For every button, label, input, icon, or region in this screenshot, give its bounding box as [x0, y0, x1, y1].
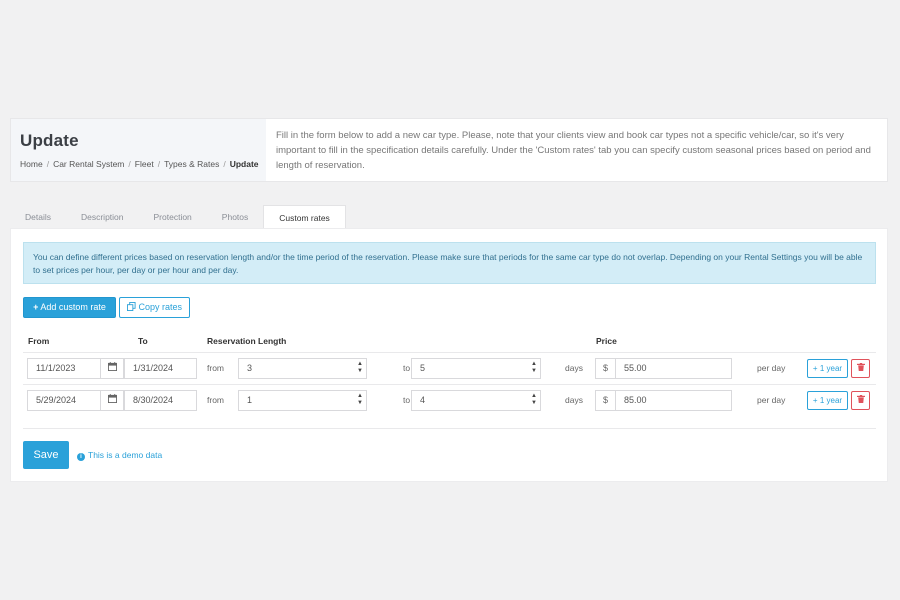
breadcrumb-separator: / [157, 159, 161, 169]
delete-rate-button[interactable] [851, 359, 870, 378]
copy-rates-label: Copy rates [138, 302, 183, 312]
length-to-input[interactable]: 4 ▲ ▼ [411, 390, 541, 411]
breadcrumb-types-rates[interactable]: Types & Rates [164, 159, 219, 169]
per-day-label: per day [757, 363, 786, 373]
header-title-block: Update Home / Car Rental System / Fleet / Type… [11, 119, 266, 181]
page-header: Update Home / Car Rental System / Fleet / Type… [10, 118, 888, 182]
tab-details[interactable]: Details [10, 205, 66, 229]
chevron-down-icon[interactable]: ▼ [357, 400, 363, 407]
add-custom-rate-button[interactable]: + Add custom rate [23, 297, 116, 318]
length-from-input[interactable]: 3 ▲ ▼ [238, 358, 367, 379]
price-input[interactable]: 85.00 [615, 390, 732, 411]
date-from-input[interactable]: 5/29/2024 [27, 390, 101, 411]
trash-icon [856, 363, 865, 371]
length-to-input[interactable]: 5 ▲ ▼ [411, 358, 541, 379]
chevron-down-icon[interactable]: ▼ [531, 400, 537, 407]
custom-rates-panel: You can define different prices based on… [10, 228, 888, 482]
calendar-icon[interactable] [100, 390, 124, 411]
date-to-input[interactable]: 1/31/2024 [124, 358, 197, 379]
column-header-from: From [28, 336, 50, 346]
demo-note-text: This is a demo data [88, 450, 163, 460]
stepper[interactable]: ▲ ▼ [531, 361, 537, 376]
stepper[interactable]: ▲ ▼ [357, 393, 363, 408]
breadcrumb-separator: / [46, 159, 50, 169]
stepper[interactable]: ▲ ▼ [531, 393, 537, 408]
divider [23, 428, 876, 429]
chevron-up-icon[interactable]: ▲ [357, 361, 363, 368]
breadcrumb-car-rental-system[interactable]: Car Rental System [53, 159, 124, 169]
demo-note: i This is a demo data [77, 450, 162, 461]
from-label: from [207, 395, 224, 405]
chevron-up-icon[interactable]: ▲ [531, 361, 537, 368]
per-day-label: per day [757, 395, 786, 405]
breadcrumb-current: Update [229, 159, 259, 169]
length-to-value: 5 [420, 363, 426, 373]
rate-row: 5/29/2024 8/30/2024 from 1 ▲ ▼ to 4 ▲ ▼ da… [23, 384, 876, 416]
days-label: days [565, 395, 583, 405]
add-year-button[interactable]: + 1 year [807, 359, 848, 378]
column-header-reservation-length: Reservation Length [207, 336, 287, 346]
breadcrumb-separator: / [223, 159, 226, 169]
breadcrumb: Home / Car Rental System / Fleet / Types & Rat… [20, 159, 259, 169]
breadcrumb-separator: / [128, 159, 131, 169]
delete-rate-button[interactable] [851, 391, 870, 410]
chevron-down-icon[interactable]: ▼ [531, 368, 537, 375]
stepper[interactable]: ▲ ▼ [357, 361, 363, 376]
length-from-input[interactable]: 1 ▲ ▼ [238, 390, 367, 411]
days-label: days [565, 363, 583, 373]
column-header-price: Price [596, 336, 617, 346]
to-label: to [403, 395, 411, 405]
copy-icon [126, 302, 136, 311]
tab-custom-rates[interactable]: Custom rates [263, 205, 346, 229]
page-description: Fill in the form below to add a new car … [276, 130, 871, 171]
tab-bar: Details Description Protection Photos Cu… [10, 205, 346, 229]
length-to-value: 4 [420, 395, 426, 405]
tab-protection[interactable]: Protection [139, 205, 207, 229]
copy-rates-button[interactable]: Copy rates [119, 297, 190, 318]
from-label: from [207, 363, 224, 373]
date-to-input[interactable]: 8/30/2024 [124, 390, 197, 411]
add-year-button[interactable]: + 1 year [807, 391, 848, 410]
save-button[interactable]: Save [23, 441, 69, 469]
rate-row: 11/1/2023 1/31/2024 from 3 ▲ ▼ to 5 ▲ ▼ da… [23, 352, 876, 384]
date-from-input[interactable]: 11/1/2023 [27, 358, 101, 379]
page-title: Update [20, 131, 79, 150]
currency-addon: $ [595, 358, 616, 379]
calendar-icon[interactable] [100, 358, 124, 379]
length-from-value: 1 [247, 395, 253, 405]
info-icon: i [77, 453, 85, 461]
plus-icon: + [33, 302, 39, 312]
chevron-down-icon[interactable]: ▼ [357, 368, 363, 375]
tab-description[interactable]: Description [66, 205, 139, 229]
column-header-to: To [138, 336, 148, 346]
breadcrumb-home[interactable]: Home [20, 159, 43, 169]
breadcrumb-fleet[interactable]: Fleet [135, 159, 154, 169]
add-custom-rate-label: Add custom rate [40, 302, 106, 312]
to-label: to [403, 363, 411, 373]
info-alert: You can define different prices based on… [23, 242, 876, 284]
chevron-up-icon[interactable]: ▲ [357, 393, 363, 400]
currency-addon: $ [595, 390, 616, 411]
price-input[interactable]: 55.00 [615, 358, 732, 379]
length-from-value: 3 [247, 363, 253, 373]
chevron-up-icon[interactable]: ▲ [531, 393, 537, 400]
tab-photos[interactable]: Photos [207, 205, 263, 229]
trash-icon [856, 395, 865, 403]
